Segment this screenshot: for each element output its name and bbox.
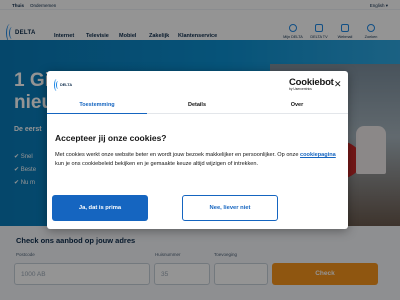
consent-tabs: Toestemming Details Over [47,99,348,114]
dialog-delta-logo: DELTA [54,79,76,91]
tab-over[interactable]: Over [247,99,347,114]
tab-details[interactable]: Details [147,99,247,114]
accept-cookies-button[interactable]: Ja, dat is prima [52,195,148,221]
consent-body-text: Met cookies werkt onze website beter en … [55,152,301,158]
dialog-logo-text: DELTA [60,83,73,87]
close-icon[interactable]: ✕ [334,79,342,90]
cookiebot-byline: by Usercentrics [289,87,312,91]
consent-heading: Accepteer jij onze cookies? [55,133,167,143]
cookie-consent-dialog: DELTA Cookiebot by Usercentrics ✕ Toeste… [47,71,348,229]
consent-body: Met cookies werkt onze website beter en … [55,151,343,169]
cookie-page-link[interactable]: cookiepagina [300,152,336,158]
decline-cookies-button[interactable]: Nee, liever niet [182,195,278,221]
consent-body-text: kun je ons cookiebeleid bekijken en je g… [55,161,259,167]
tab-toestemming[interactable]: Toestemming [47,99,147,114]
